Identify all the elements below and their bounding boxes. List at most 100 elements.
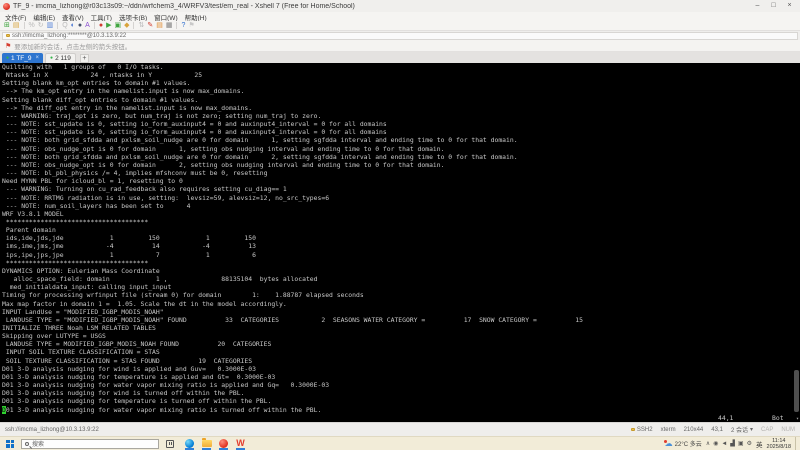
help-icon[interactable]: ? [181, 21, 185, 30]
terminal-line: --- NOTE: num_soil_layers has been set t… [2, 202, 800, 210]
terminal-line: SOIL TEXTURE CLASSIFICATION = STAS FOUND… [2, 357, 800, 365]
terminal[interactable]: Quilting with 1 groups of 0 I/O tasks. N… [0, 63, 800, 422]
menu-item[interactable]: 帮助(H) [185, 12, 207, 22]
title-bar: TF_9 - imcma_lizhong@r03c13s09:~/ddn/wrf… [0, 0, 800, 12]
menu-item[interactable]: 工具(T) [91, 12, 112, 22]
taskbar-apps: W [181, 437, 249, 450]
record-icon[interactable]: ● [99, 21, 103, 30]
task-view-button[interactable] [166, 440, 174, 448]
search-box[interactable]: 搜索 [21, 439, 159, 449]
chevron-up-icon[interactable]: ∧ [706, 440, 710, 448]
fullscreen-icon[interactable]: ▣ [114, 21, 121, 30]
show-desktop-button[interactable] [795, 437, 798, 450]
terminal-line: ips,ipe,jps,jpe 1 7 1 6 [2, 251, 800, 259]
session-manager-icon[interactable]: ▥ [47, 21, 54, 30]
search-placeholder: 搜索 [32, 439, 44, 448]
tab-close-icon[interactable]: × [36, 55, 40, 61]
terminal-line: --> The diff_opt entry in the namelist.i… [2, 104, 800, 112]
encoding-icon[interactable]: ● [78, 21, 82, 30]
transfer-icon[interactable]: ⇅ [138, 21, 144, 30]
window-title: TF_9 - imcma_lizhong@r03c13s09:~/ddn/wrf… [13, 3, 747, 10]
terminal-line: Need MYNN PBL for icloud_bl = 1, resetti… [2, 177, 800, 185]
status-bar: ssh://imcma_lizhong@10.3.13.9:22 SSH2 xt… [0, 422, 800, 436]
weather-cloud-icon: ☁ [665, 440, 673, 448]
scrollbar-thumb[interactable] [794, 370, 799, 412]
tray-icons: ∧◉◄▟▣⚙ [706, 440, 752, 448]
address-url: ssh://imcma_lizhong:********@10.3.13.9:2… [12, 33, 126, 39]
network-icon[interactable]: ▟ [730, 440, 735, 448]
tab-label: 1 TF_9 [11, 55, 31, 62]
terminal-cursor: D [2, 406, 6, 414]
terminal-line: D01 3-D analysis nudging for water vapor… [2, 381, 800, 389]
toolbar-separator [57, 22, 58, 29]
wps-office-icon: W [236, 439, 245, 448]
layout-icon[interactable]: ▦ [166, 21, 173, 30]
xshell-app-taskbar-button[interactable] [215, 437, 232, 450]
status-protocol: SSH2 [631, 427, 653, 433]
run-icon[interactable]: ▶ [106, 21, 111, 30]
new-tab-button[interactable]: + [80, 54, 89, 63]
lock-icon[interactable]: ◆ [124, 21, 129, 30]
folder-icon[interactable]: ▤ [156, 21, 163, 30]
terminal-line: --- NOTE: sst_update is 0, setting io_fo… [2, 128, 800, 136]
start-button[interactable] [6, 440, 14, 448]
close-button[interactable]: × [782, 1, 797, 11]
find-icon[interactable]: Q [62, 21, 67, 30]
address-field[interactable]: ssh://imcma_lizhong:********@10.3.13.9:2… [2, 32, 798, 40]
menu-item[interactable]: 编辑(E) [33, 12, 55, 22]
menu-item[interactable]: 文件(F) [5, 12, 26, 22]
tab-2-119[interactable]: ●2 119 [45, 53, 76, 63]
system-tray: ☁ 22°C 多云 ∧◉◄▟▣⚙ 英 11:14 2025/8/18 [665, 437, 800, 450]
weather-widget[interactable]: ☁ 22°C 多云 [665, 439, 702, 448]
terminal-line: ************************************* [2, 218, 800, 226]
file-explorer-icon [202, 440, 212, 447]
terminal-line: Parent domain [2, 226, 800, 234]
status-session-count[interactable]: 2 会话▾ [731, 425, 753, 434]
reconnect-icon[interactable]: ↻ [38, 21, 44, 30]
edit-icon[interactable]: ✎ [147, 21, 153, 30]
font-icon[interactable]: A [85, 21, 90, 30]
edge-browser-taskbar-button[interactable] [181, 437, 198, 450]
terminal-line: Quilting with 1 groups of 0 I/O tasks. [2, 63, 800, 71]
toolbar-separator [94, 22, 95, 29]
terminal-line: Setting blank diff_opt entries to domain… [2, 96, 800, 104]
maximize-button[interactable]: □ [766, 1, 781, 11]
open-session-icon[interactable]: ▤ [13, 21, 20, 30]
status-caps-lock: CAP [761, 427, 773, 433]
record-circle-icon[interactable]: ◉ [713, 440, 718, 448]
tray-app-icon[interactable]: ▣ [738, 440, 744, 448]
volume-muted-icon[interactable]: ◄ [721, 440, 727, 448]
terminal-line: ************************************* [2, 259, 800, 267]
terminal-line: --- WARNING: Turning on cu_rad_feedback … [2, 185, 800, 193]
status-terminal-type: xterm [661, 427, 676, 433]
menu-item[interactable]: 选项卡(B) [119, 12, 147, 22]
chevron-down-icon: ▾ [750, 426, 753, 433]
cut-icon[interactable]: % [29, 21, 35, 30]
windows-taskbar: 搜索 W ☁ 22°C 多云 ∧◉◄▟▣⚙ 英 11:14 2025/8/18 [0, 436, 800, 450]
edge-browser-icon [185, 439, 194, 448]
taskbar-clock[interactable]: 11:14 2025/8/18 [767, 438, 791, 450]
file-explorer-taskbar-button[interactable] [198, 437, 215, 450]
menu-item[interactable]: 查看(V) [62, 12, 84, 22]
terminal-line: D01 3-D analysis nudging for temperature… [2, 397, 800, 405]
terminal-line: --- NOTE: both grid_sfdda and pxlsm_soil… [2, 136, 800, 144]
input-language-indicator[interactable]: 英 [756, 439, 763, 449]
toolbar-separator [24, 22, 25, 29]
screen-icon[interactable]: ◐ [71, 21, 75, 30]
lock-icon [6, 34, 10, 37]
scrollbar-down-arrow[interactable]: ▾ [796, 416, 799, 422]
new-session-icon[interactable]: ⊞ [4, 21, 10, 30]
terminal-line: Setting blank km_opt entries to domain #… [2, 79, 800, 87]
notification-text: 要添加新的会话，点击左侧的箭头按钮。 [14, 41, 131, 51]
terminal-line: Ntasks in X 24 , ntasks in Y 25 [2, 71, 800, 79]
terminal-line: Max map factor in domain 1 = 1.05. Scale… [2, 300, 800, 308]
settings-icon[interactable]: ⚙ [747, 440, 752, 448]
menu-item[interactable]: 窗口(W) [154, 12, 177, 22]
terminal-line: --- NOTE: bl_pbl_physics /= 4, implies m… [2, 169, 800, 177]
toolbar-separator [176, 22, 177, 29]
minimize-button[interactable]: – [750, 1, 765, 11]
tab-bar: ●1 TF_9×●2 119 + [0, 52, 800, 63]
wps-office-taskbar-button[interactable]: W [232, 437, 249, 450]
tab-1-tf_9[interactable]: ●1 TF_9× [2, 53, 43, 63]
flag-icon[interactable]: ⚑ [188, 21, 194, 30]
